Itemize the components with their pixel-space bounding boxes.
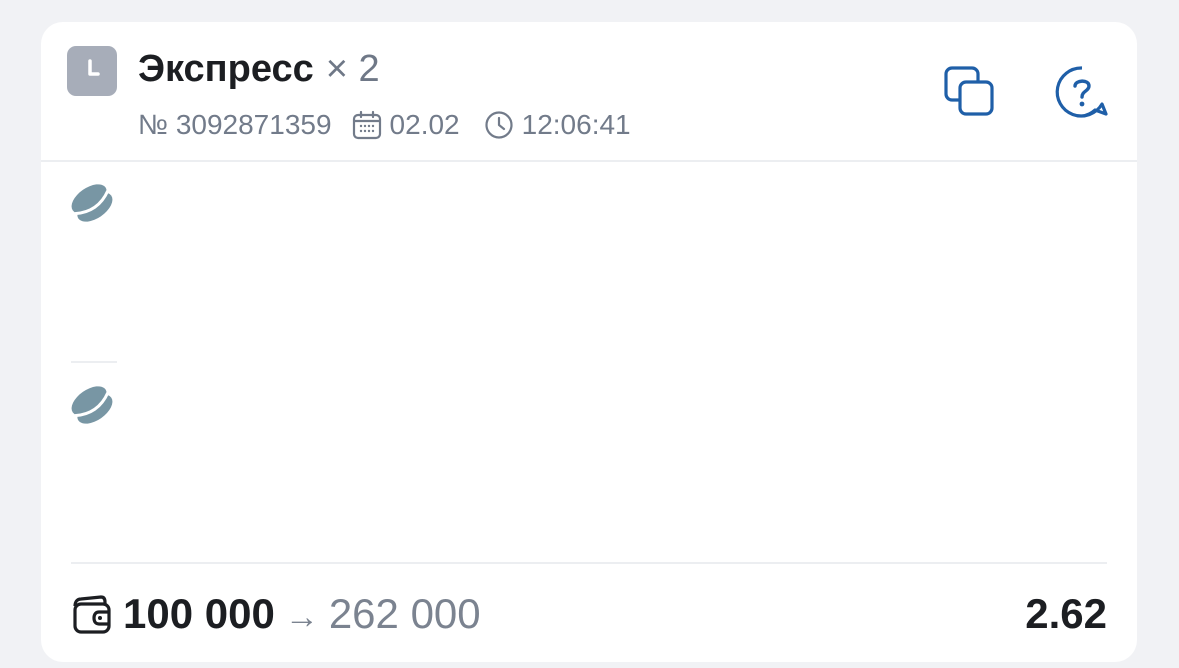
help-button[interactable]: [1053, 64, 1111, 122]
bet-number: № 3092871359: [138, 109, 332, 140]
arrow-right-icon: →: [284, 598, 319, 636]
footer-divider: [71, 562, 1107, 564]
bet-type: Экспресс: [138, 48, 314, 90]
bet-date: 02.02: [389, 109, 460, 140]
wallet-icon: [73, 595, 111, 634]
bet-footer: 100 000 → 262 000 2.62: [71, 584, 1107, 644]
bet-amounts: 100 000 → 262 000: [123, 584, 481, 644]
clock-icon: [484, 110, 514, 140]
clock-icon: [67, 46, 117, 96]
bet-title: Экспресс × 2: [138, 46, 380, 92]
event-divider: [71, 361, 117, 363]
potential-win-amount: 262 000: [328, 590, 481, 637]
copy-icon: [944, 66, 994, 116]
bet-meta: № 3092871359 02.02 12:06:41: [138, 106, 631, 144]
event-item[interactable]: [41, 162, 1137, 342]
hockey-puck-icon: [71, 184, 113, 222]
stake-amount: 100 000: [123, 590, 275, 637]
bet-header: Экспресс × 2 № 3092871359 02.02 12:06:41: [41, 22, 1137, 162]
total-odds: 2.62: [1025, 590, 1107, 637]
bet-card: Экспресс × 2 № 3092871359 02.02 12:06:41…: [41, 22, 1137, 662]
bet-multiplier: × 2: [325, 48, 380, 90]
bet-time: 12:06:41: [521, 109, 631, 140]
copy-button[interactable]: [942, 64, 998, 120]
event-item[interactable]: [41, 364, 1137, 544]
hockey-puck-icon: [71, 386, 113, 424]
help-chat-icon: [1055, 66, 1108, 118]
calendar-icon: [352, 110, 382, 140]
